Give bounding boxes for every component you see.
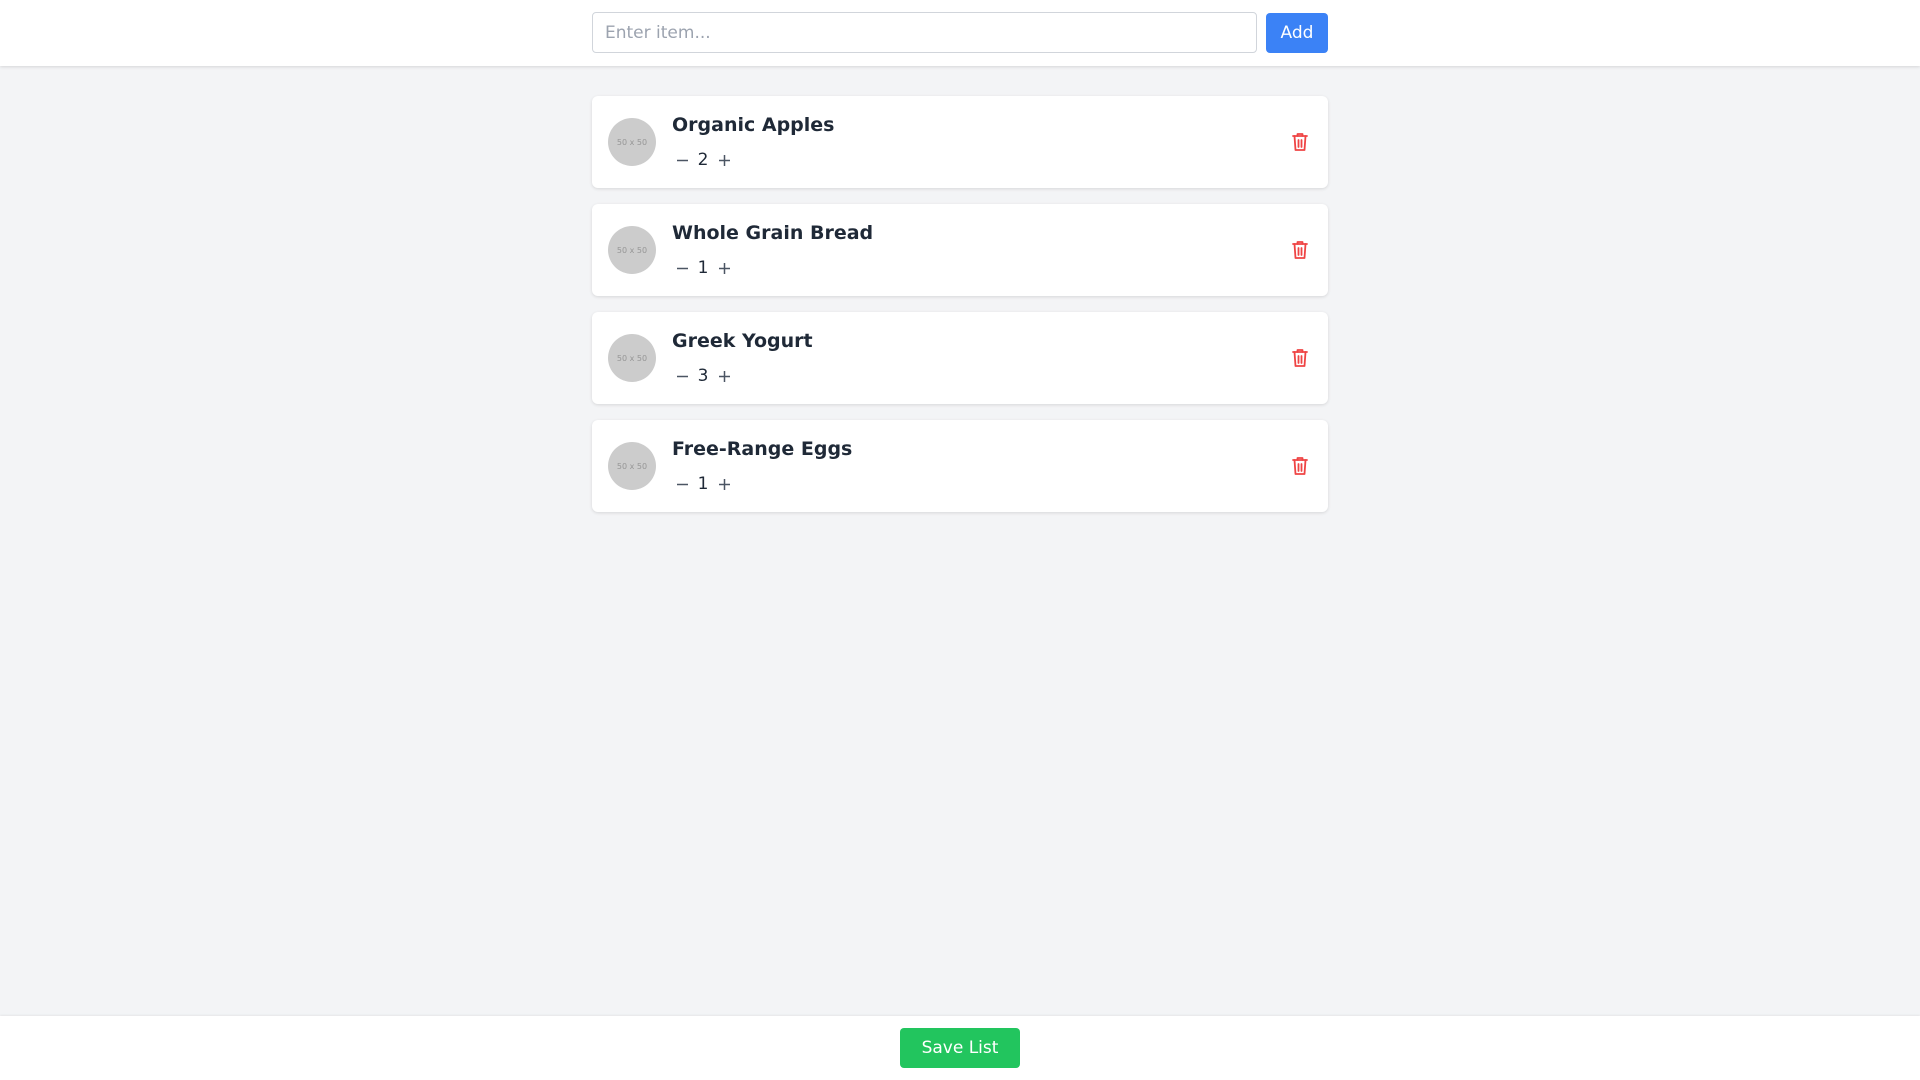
- image-placeholder-label: 50 x 50: [616, 353, 648, 363]
- quantity-stepper: 1: [672, 472, 734, 496]
- minus-icon: [676, 375, 688, 377]
- list-item: 50 x 50 Organic Apples 2: [592, 96, 1328, 188]
- quantity-value: 1: [697, 474, 709, 494]
- plus-icon: [718, 262, 730, 274]
- quantity-value: 1: [697, 258, 709, 278]
- quantity-stepper: 3: [672, 364, 734, 388]
- bottom-bar: Save List: [0, 1016, 1920, 1080]
- decrement-button[interactable]: [672, 256, 692, 280]
- item-list: 50 x 50 Organic Apples 2 50 x 50 Whole G…: [592, 96, 1328, 528]
- plus-icon: [718, 370, 730, 382]
- quantity-stepper: 2: [672, 148, 734, 172]
- decrement-button[interactable]: [672, 148, 692, 172]
- item-image: 50 x 50: [608, 334, 656, 382]
- image-placeholder-label: 50 x 50: [616, 461, 648, 471]
- plus-icon: [718, 154, 730, 166]
- add-button[interactable]: Add: [1266, 13, 1328, 53]
- item-name: Whole Grain Bread: [672, 222, 874, 244]
- delete-button[interactable]: [1288, 129, 1312, 155]
- quantity-stepper: 1: [672, 256, 734, 280]
- plus-icon: [718, 478, 730, 490]
- delete-button[interactable]: [1288, 345, 1312, 371]
- increment-button[interactable]: [714, 472, 734, 496]
- item-name: Organic Apples: [672, 114, 835, 136]
- item-name: Free-Range Eggs: [672, 438, 853, 460]
- increment-button[interactable]: [714, 256, 734, 280]
- item-image: 50 x 50: [608, 442, 656, 490]
- trash-icon: [1292, 349, 1308, 367]
- item-input[interactable]: [592, 12, 1257, 53]
- minus-icon: [676, 267, 688, 269]
- image-placeholder-label: 50 x 50: [616, 245, 648, 255]
- minus-icon: [676, 159, 688, 161]
- top-bar: Add: [0, 0, 1920, 66]
- item-name: Greek Yogurt: [672, 330, 813, 352]
- increment-button[interactable]: [714, 148, 734, 172]
- decrement-button[interactable]: [672, 472, 692, 496]
- decrement-button[interactable]: [672, 364, 692, 388]
- trash-icon: [1292, 133, 1308, 151]
- delete-button[interactable]: [1288, 453, 1312, 479]
- list-item: 50 x 50 Whole Grain Bread 1: [592, 204, 1328, 296]
- item-image: 50 x 50: [608, 226, 656, 274]
- item-image: 50 x 50: [608, 118, 656, 166]
- minus-icon: [676, 483, 688, 485]
- list-item: 50 x 50 Free-Range Eggs 1: [592, 420, 1328, 512]
- quantity-value: 2: [697, 150, 709, 170]
- trash-icon: [1292, 457, 1308, 475]
- list-item: 50 x 50 Greek Yogurt 3: [592, 312, 1328, 404]
- save-list-button[interactable]: Save List: [900, 1028, 1020, 1068]
- quantity-value: 3: [697, 366, 709, 386]
- image-placeholder-label: 50 x 50: [616, 137, 648, 147]
- trash-icon: [1292, 241, 1308, 259]
- increment-button[interactable]: [714, 364, 734, 388]
- delete-button[interactable]: [1288, 237, 1312, 263]
